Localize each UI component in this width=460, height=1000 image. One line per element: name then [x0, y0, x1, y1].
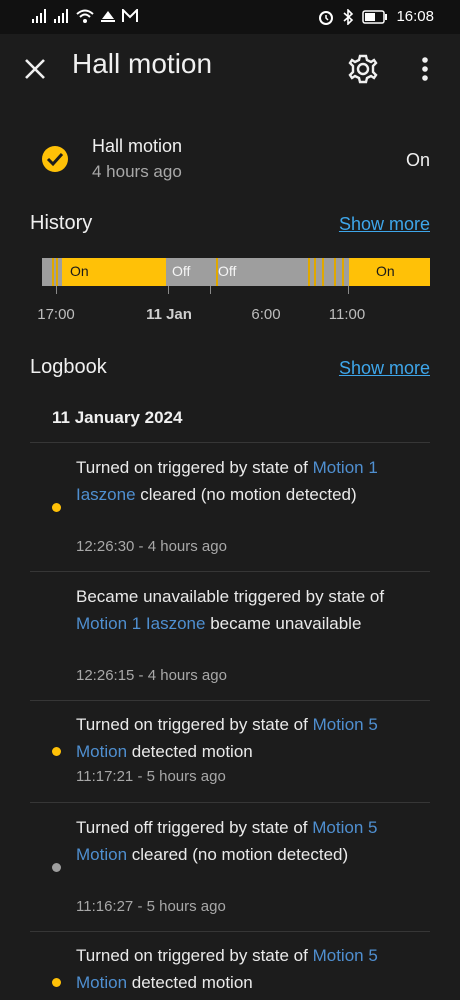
entity-state: On	[405, 150, 430, 170]
signal-icon	[32, 9, 46, 23]
more-options-button[interactable]	[412, 52, 438, 86]
status-bar: 16:08	[0, 0, 460, 34]
state-on-dot	[52, 503, 61, 512]
timeline-label: On	[376, 263, 395, 279]
timeline-blip	[314, 258, 316, 286]
divider	[30, 571, 430, 572]
divider	[30, 700, 430, 701]
log-text: Became unavailable triggered by state of	[76, 587, 385, 606]
log-text: detected motion	[127, 973, 253, 992]
log-message: Became unavailable triggered by state of…	[76, 583, 416, 637]
log-text: Turned on triggered by state of	[76, 458, 313, 477]
timeline-blip	[334, 258, 336, 286]
log-timestamp: 12:26:15 - 4 hours ago	[76, 667, 227, 684]
divider	[30, 442, 430, 443]
divider	[30, 931, 430, 932]
timeline-blip	[342, 258, 344, 286]
signal-icon	[54, 9, 68, 23]
timeline-blip	[308, 258, 310, 286]
logbook-date: 11 January 2024	[52, 408, 183, 427]
alarm-icon	[319, 10, 334, 25]
log-text: Turned on triggered by state of	[76, 715, 313, 734]
dialog-title: Hall motion	[72, 48, 213, 79]
entity-row[interactable]: Hall motion 4 hours ago On	[30, 128, 430, 192]
log-text: became unavailable	[205, 614, 362, 633]
history-title: History	[30, 212, 93, 234]
log-message: Turned on triggered by state of Motion 1…	[76, 454, 416, 508]
timeline-axis	[42, 286, 430, 296]
axis-tick	[210, 286, 211, 294]
check-circle-icon	[42, 146, 68, 172]
settings-button[interactable]	[346, 52, 380, 86]
log-text: cleared (no motion detected)	[135, 485, 357, 504]
log-text: detected motion	[127, 742, 253, 761]
axis-label: 11:00	[328, 306, 366, 323]
history-timeline[interactable]: On Off Off On	[42, 258, 430, 286]
close-button[interactable]	[20, 54, 50, 84]
status-time: 16:08	[396, 8, 434, 25]
wifi-icon	[76, 9, 94, 23]
state-on-dot	[52, 978, 61, 987]
gear-icon	[348, 54, 378, 84]
timeline-blip	[52, 258, 54, 286]
timeline-label: On	[70, 263, 89, 279]
logbook-title: Logbook	[30, 356, 107, 378]
axis-tick	[168, 286, 169, 294]
axis-label: 6:00	[251, 306, 281, 323]
log-text: Turned on triggered by state of	[76, 946, 313, 965]
app-bar: Hall motion	[0, 34, 460, 102]
more-vertical-icon	[422, 57, 428, 81]
log-text: Turned off triggered by state of	[76, 818, 313, 837]
battery-icon	[362, 9, 388, 24]
timeline-blip	[322, 258, 324, 286]
log-timestamp: 12:26:30 - 4 hours ago	[76, 538, 227, 555]
state-on-dot	[52, 747, 61, 756]
timeline-label: Off	[172, 263, 191, 279]
logbook-show-more-link[interactable]: Show more	[339, 358, 430, 379]
divider	[30, 802, 430, 803]
axis-tick	[348, 286, 349, 294]
state-off-dot	[52, 863, 61, 872]
close-icon	[25, 59, 45, 79]
axis-label: 11 Jan	[146, 306, 192, 323]
cast-icon	[101, 11, 115, 22]
axis-tick	[56, 286, 57, 294]
axis-label: 17:00	[37, 306, 75, 323]
log-message: Turned on triggered by state of Motion 5…	[76, 711, 416, 765]
timeline-blip	[56, 258, 58, 286]
log-timestamp: 11:16:27 - 5 hours ago	[76, 898, 226, 915]
entity-link[interactable]: Motion 1 Iaszone	[76, 614, 205, 633]
log-message: Turned off triggered by state of Motion …	[76, 814, 416, 868]
log-timestamp: 11:17:21 - 5 hours ago	[76, 768, 226, 785]
bluetooth-icon	[343, 8, 354, 25]
log-text: cleared (no motion detected)	[127, 845, 349, 864]
log-message: Turned on triggered by state of Motion 5…	[76, 942, 416, 996]
timeline-label: Off	[218, 263, 237, 279]
entity-name: Hall motion	[92, 136, 183, 156]
history-show-more-link[interactable]: Show more	[339, 214, 430, 235]
mail-icon	[122, 9, 138, 22]
entity-last-changed: 4 hours ago	[92, 162, 182, 181]
